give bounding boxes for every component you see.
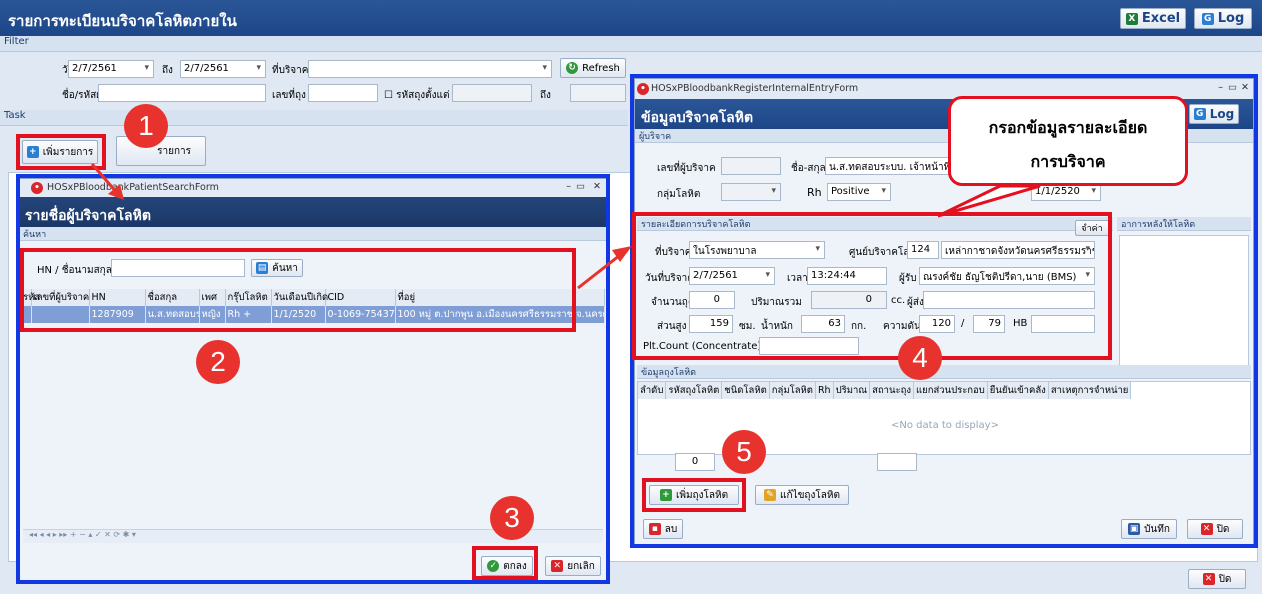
callout-line-2: การบริจาค <box>1030 152 1106 171</box>
callout-line-1: กรอกข้อมูลรายละเอียด <box>988 118 1148 137</box>
callout-pointer <box>937 184 1041 218</box>
step-3-badge: 3 <box>490 496 534 540</box>
step-1-badge: 1 <box>124 104 168 148</box>
arrows-layer <box>90 163 1041 290</box>
step-2-badge: 2 <box>196 340 240 384</box>
step-4-badge: 4 <box>898 336 942 380</box>
callout-box: กรอกข้อมูลรายละเอียด การบริจาค <box>948 96 1188 186</box>
step-5-badge: 5 <box>722 430 766 474</box>
